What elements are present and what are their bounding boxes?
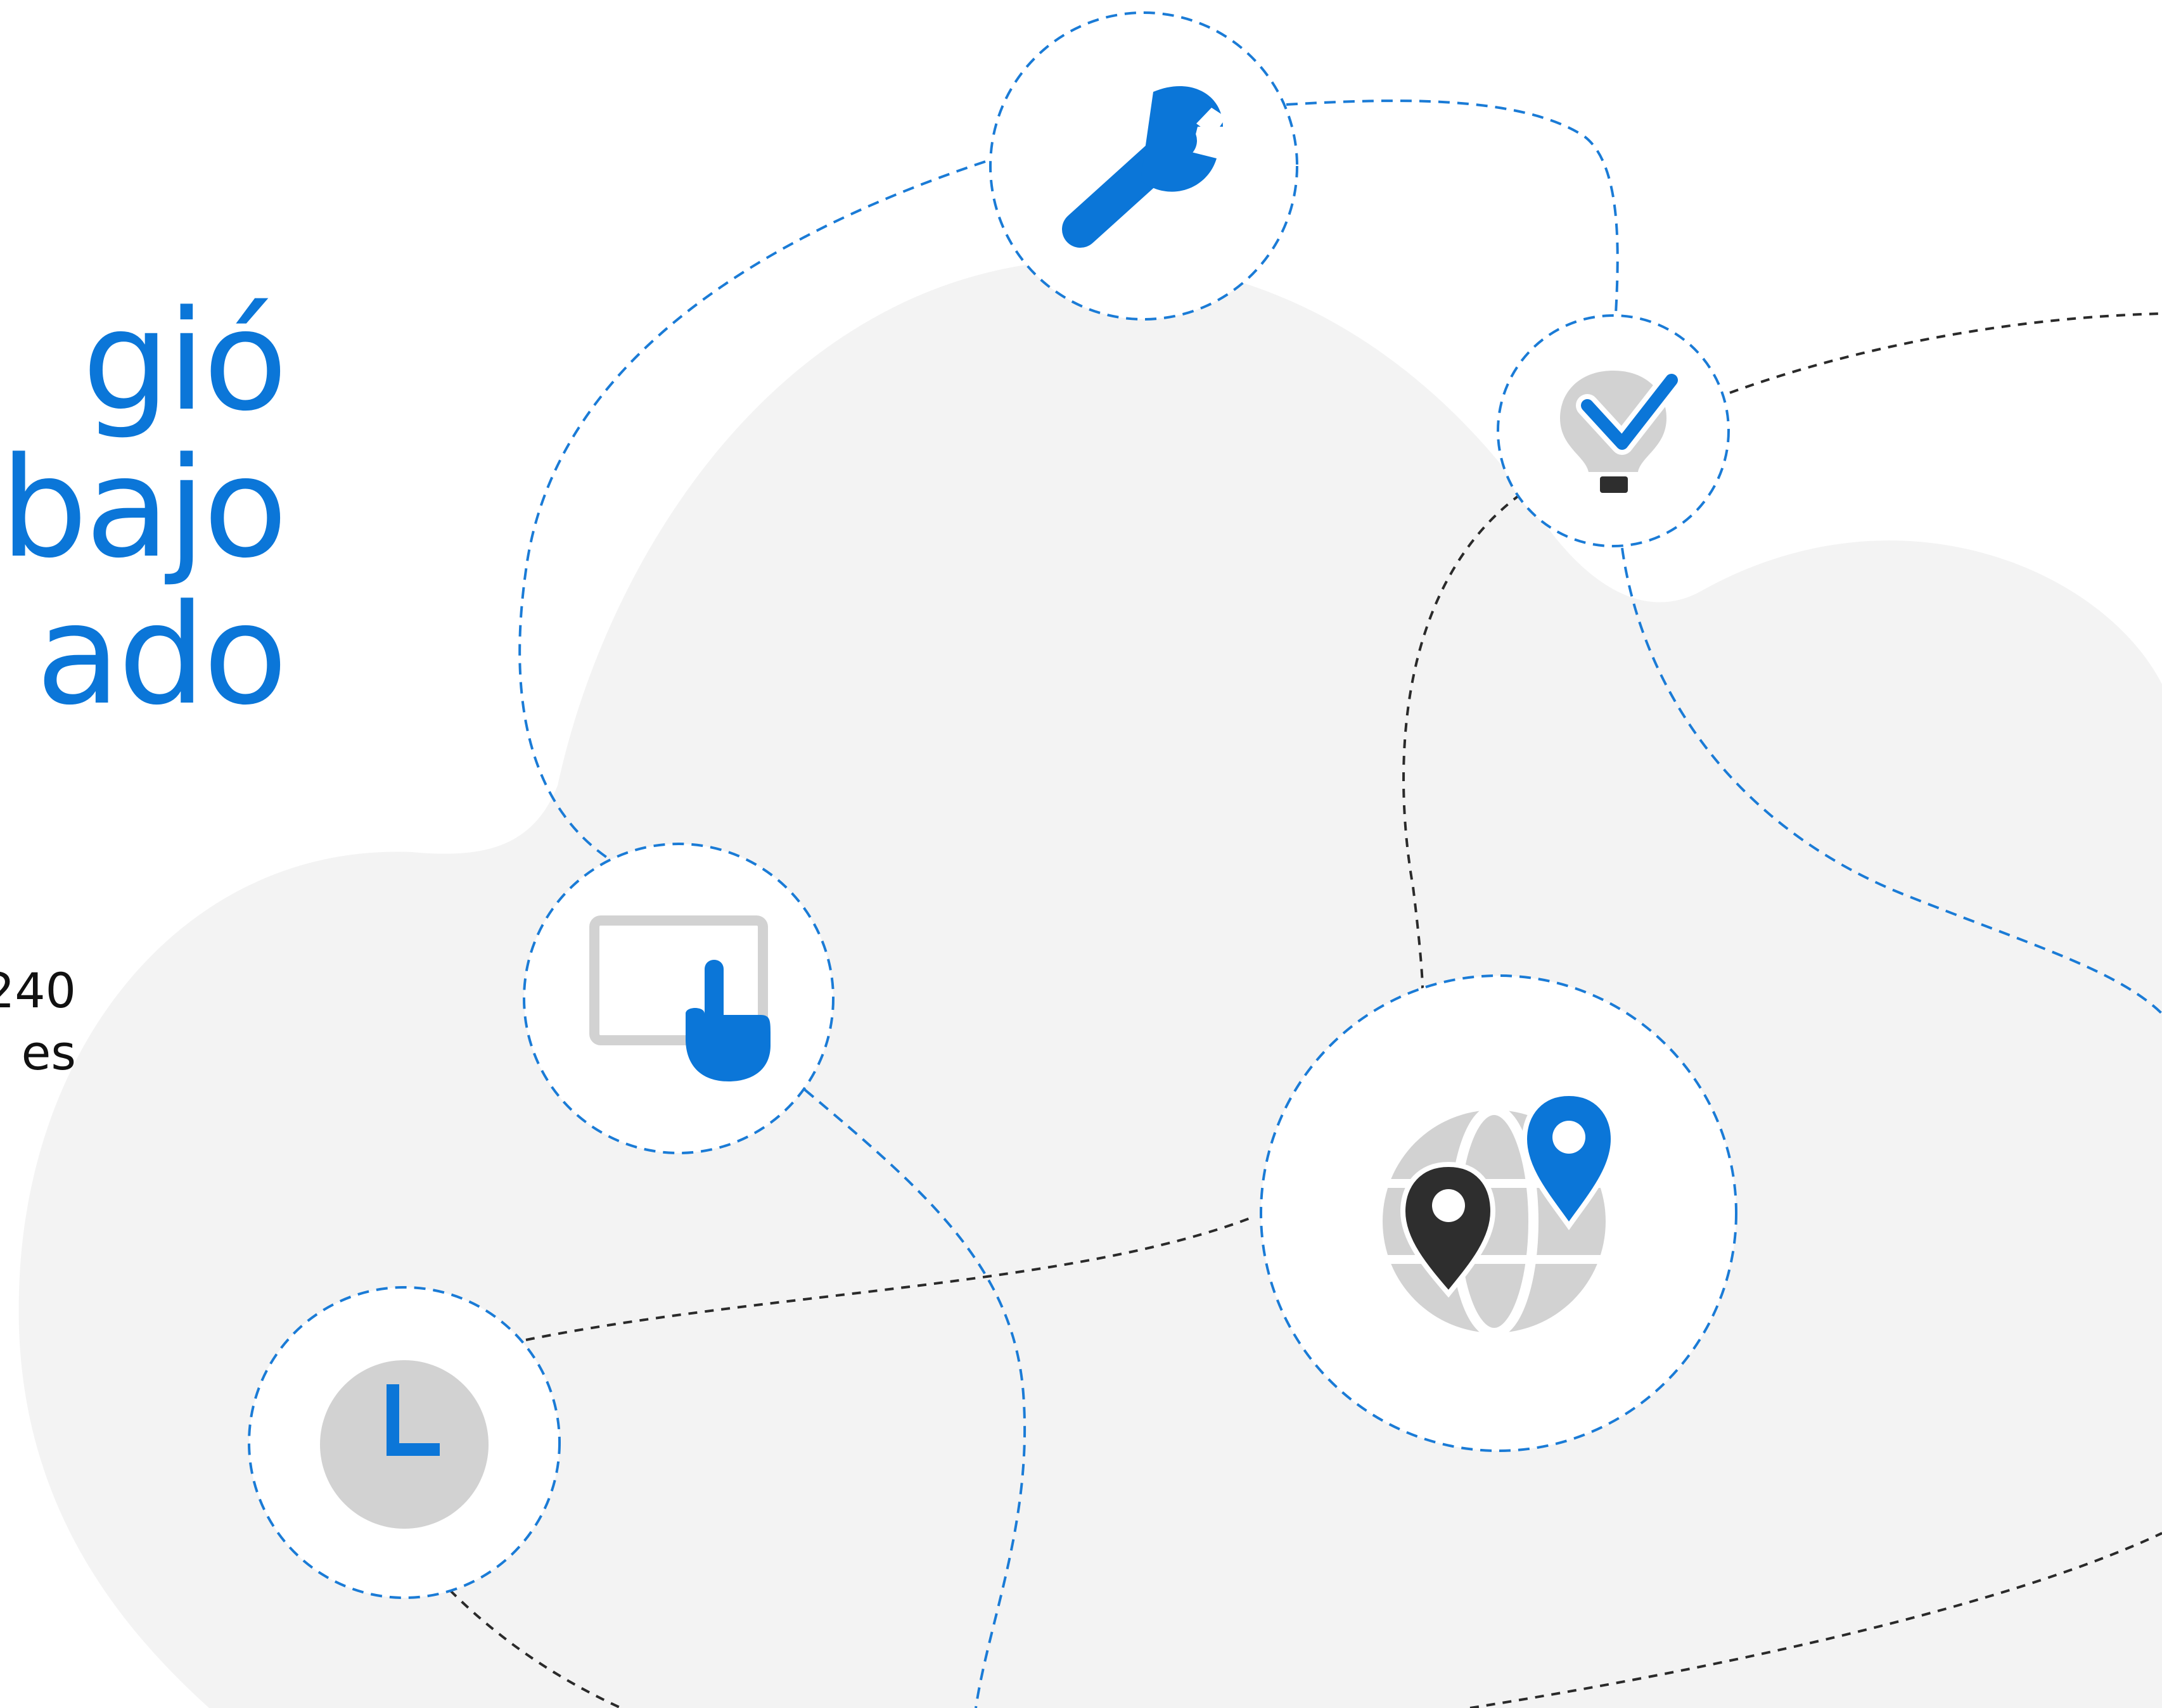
headline-line-1: gió xyxy=(82,281,288,442)
cloud-network-illustration xyxy=(18,11,2162,1708)
headline: gió bajo ado xyxy=(0,281,288,736)
subtext-line-1: 240 xyxy=(0,962,76,1019)
subtext: 240 es xyxy=(0,960,76,1084)
tablet-node xyxy=(523,843,835,1154)
headline-line-2: bajo xyxy=(0,428,288,589)
headline-line-3: ado xyxy=(35,575,288,736)
subtext-line-2: es xyxy=(21,1024,76,1081)
connector-bulb-farright xyxy=(1729,312,2162,394)
clock-icon xyxy=(320,1360,489,1529)
connector-wrench-bulb xyxy=(1286,99,1619,314)
